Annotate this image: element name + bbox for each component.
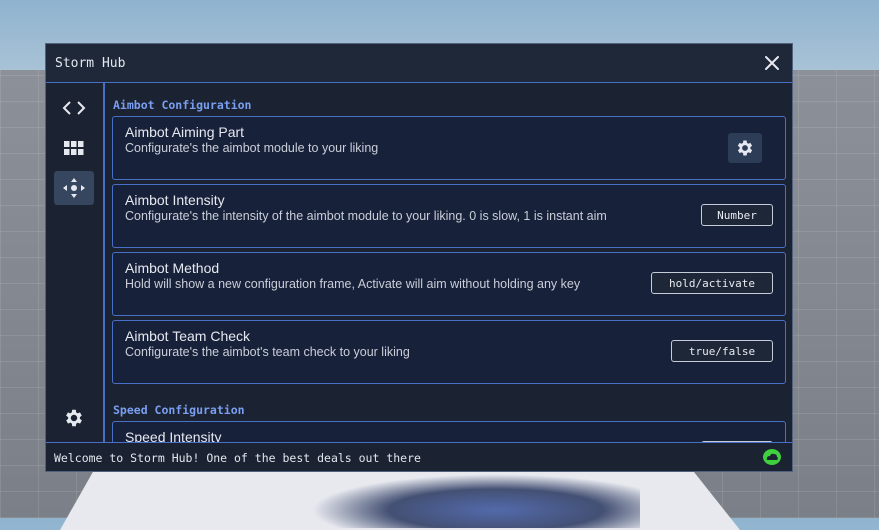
grid-icon: [64, 141, 84, 155]
setting-description: Configurate's the aimbot module to your …: [125, 141, 379, 155]
sidebar-item-modules[interactable]: [54, 131, 94, 165]
setting-card-team-check: Aimbot Team Check Configurate's the aimb…: [112, 320, 786, 384]
intensity-number-input[interactable]: Number: [701, 204, 773, 226]
gear-icon: [737, 140, 753, 156]
sidebar-item-settings[interactable]: [54, 401, 94, 435]
setting-card-method: Aimbot Method Hold will show a new confi…: [112, 252, 786, 316]
section-title-aimbot: Aimbot Configuration: [113, 98, 252, 112]
section-title-speed: Speed Configuration: [113, 403, 245, 417]
configuration-panel: Aimbot Configuration Aimbot Aiming Part …: [105, 83, 792, 443]
setting-description: Configurate's the aimbot's team check to…: [125, 345, 410, 359]
settings-icon: [66, 409, 82, 427]
code-icon: [62, 101, 86, 115]
setting-card-speed-intensity: Speed Intensity: [112, 421, 786, 443]
setting-title: Speed Intensity: [125, 429, 222, 443]
sidebar: [46, 83, 105, 443]
window-titlebar[interactable]: Storm Hub: [46, 44, 792, 83]
platform-decal: [280, 468, 640, 528]
sidebar-item-aimbot[interactable]: [54, 171, 94, 205]
setting-title: Aimbot Team Check: [125, 328, 251, 344]
close-button[interactable]: [762, 53, 782, 73]
cloud-status-icon: [763, 449, 781, 465]
status-bar: Welcome to Storm Hub! One of the best de…: [46, 442, 792, 471]
setting-title: Aimbot Aiming Part: [125, 124, 245, 140]
team-check-toggle-button[interactable]: true/false: [671, 340, 773, 362]
storm-hub-window: Storm Hub Aimbot Configuration Aimbot Ai…: [45, 43, 793, 472]
setting-card-aiming-part: Aimbot Aiming Part Configurate's the aim…: [112, 116, 786, 180]
move-icon: [63, 178, 85, 198]
setting-card-intensity: Aimbot Intensity Configurate's the inten…: [112, 184, 786, 248]
close-icon: [765, 56, 779, 70]
sidebar-item-scripts[interactable]: [54, 91, 94, 125]
aiming-part-settings-button[interactable]: [728, 133, 762, 163]
status-message: Welcome to Storm Hub! One of the best de…: [54, 451, 421, 465]
setting-description: Configurate's the intensity of the aimbo…: [125, 209, 607, 223]
window-title: Storm Hub: [55, 56, 126, 71]
setting-title: Aimbot Method: [125, 260, 220, 276]
setting-title: Aimbot Intensity: [125, 192, 225, 208]
setting-description: Hold will show a new configuration frame…: [125, 277, 581, 291]
method-toggle-button[interactable]: hold/activate: [651, 272, 773, 294]
